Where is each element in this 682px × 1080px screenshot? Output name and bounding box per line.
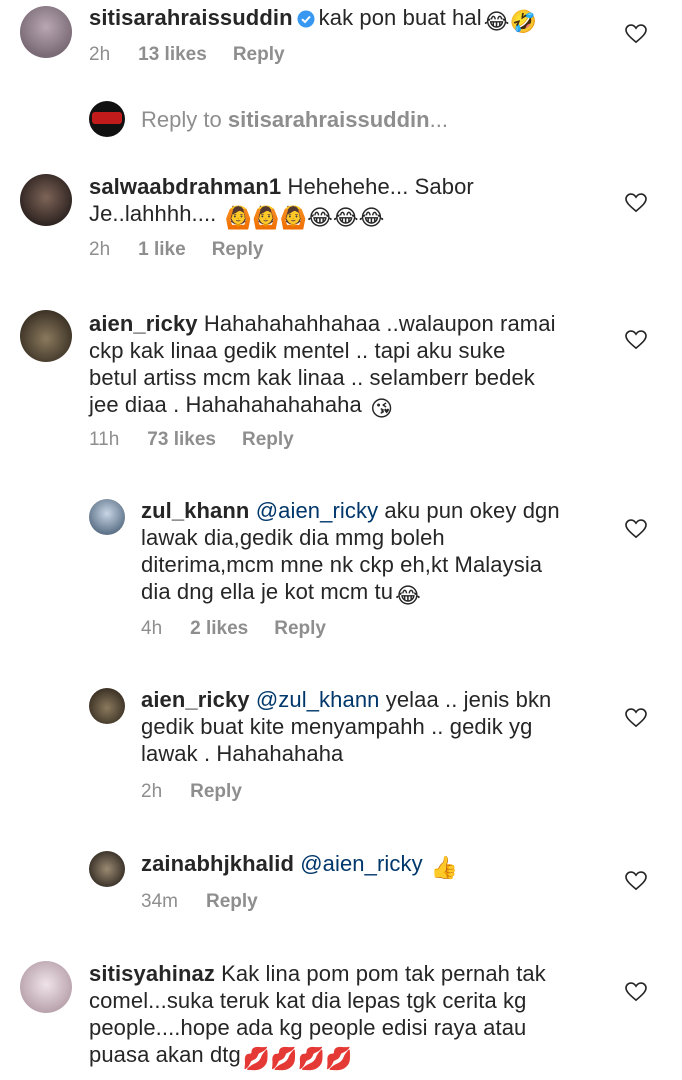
mention-link[interactable]: @zul_khann	[256, 687, 380, 712]
emoji: 😂🤣	[483, 9, 538, 34]
reply-button[interactable]: Reply	[190, 780, 242, 804]
heart-icon[interactable]	[625, 519, 647, 539]
avatar[interactable]	[89, 688, 125, 724]
timestamp: 4h	[141, 618, 163, 639]
emoji: 😂	[395, 583, 421, 608]
reply-button[interactable]: Reply	[233, 43, 285, 67]
reply-button[interactable]: Reply	[274, 617, 326, 641]
avatar[interactable]	[20, 961, 72, 1013]
reply-to-field[interactable]: Reply to sitisarahraissuddin...	[141, 106, 448, 133]
reply-button[interactable]: Reply	[242, 428, 294, 452]
comment-text: salwaabdrahman1 Hehehehe... Sabor Je..la…	[89, 174, 474, 230]
timestamp: 2h	[89, 44, 111, 65]
heart-icon[interactable]	[625, 871, 647, 891]
reply-button[interactable]: Reply	[206, 890, 258, 914]
comment-meta: 2h 1 like Reply	[89, 238, 263, 262]
reply-username[interactable]: zainabhjkhalid	[141, 851, 294, 876]
reply-meta: 2h Reply	[141, 780, 242, 804]
timestamp: 34m	[141, 891, 178, 912]
avatar[interactable]	[20, 6, 72, 58]
comment-username[interactable]: sitisarahraissuddin	[89, 5, 293, 30]
like-count[interactable]: 13 likes	[138, 43, 207, 67]
comment-meta: 2h 13 likes Reply	[89, 43, 285, 67]
reply-text: aien_ricky @zul_khann yelaa .. jenis bkn…	[141, 687, 552, 766]
heart-icon[interactable]	[625, 708, 647, 728]
timestamp: 2h	[89, 239, 111, 260]
like-count[interactable]: 1 like	[138, 238, 186, 262]
comment-username[interactable]: salwaabdrahman1	[89, 174, 281, 199]
reply-username[interactable]: aien_ricky	[141, 687, 250, 712]
comment-text: sitisarahraissuddin kak pon buat hal😂🤣	[89, 5, 538, 34]
avatar[interactable]	[89, 851, 125, 887]
like-count[interactable]: 73 likes	[147, 428, 216, 452]
reply-button[interactable]: Reply	[212, 238, 264, 262]
comment-username[interactable]: aien_ricky	[89, 311, 198, 336]
reply-username[interactable]: zul_khann	[141, 498, 249, 523]
avatar[interactable]	[20, 174, 72, 226]
comment-meta: 11h 73 likes Reply	[89, 428, 294, 452]
comment-username[interactable]: sitisyahinaz	[89, 961, 215, 986]
heart-icon[interactable]	[625, 982, 647, 1002]
emoji: 🙆🙆🙆😂😂😂	[224, 205, 385, 230]
reply-text: zainabhjkhalid @aien_ricky 👍	[141, 850, 458, 881]
heart-icon[interactable]	[625, 330, 647, 350]
comment-text: aien_ricky Hahahahahhahaa ..walaupon ram…	[89, 311, 556, 421]
heart-icon[interactable]	[625, 193, 647, 213]
mention-link[interactable]: @aien_ricky	[300, 851, 422, 876]
reply-text: zul_khann @aien_ricky aku pun okey dgn l…	[141, 498, 560, 608]
avatar[interactable]	[20, 310, 72, 362]
comment-text: sitisyahinaz Kak lina pom pom tak pernah…	[89, 961, 546, 1071]
emoji: 💋💋💋💋	[242, 1046, 353, 1071]
verified-badge-icon	[297, 10, 315, 28]
heart-icon[interactable]	[625, 24, 647, 44]
like-count[interactable]: 2 likes	[190, 617, 248, 641]
reply-meta: 34m Reply	[141, 890, 258, 914]
avatar	[89, 101, 125, 137]
mention-link[interactable]: @aien_ricky	[256, 498, 378, 523]
emoji: 👍	[430, 855, 459, 880]
avatar[interactable]	[89, 499, 125, 535]
timestamp: 2h	[141, 781, 163, 802]
emoji: 😘	[370, 396, 394, 421]
reply-meta: 4h 2 likes Reply	[141, 617, 326, 641]
timestamp: 11h	[89, 429, 120, 450]
